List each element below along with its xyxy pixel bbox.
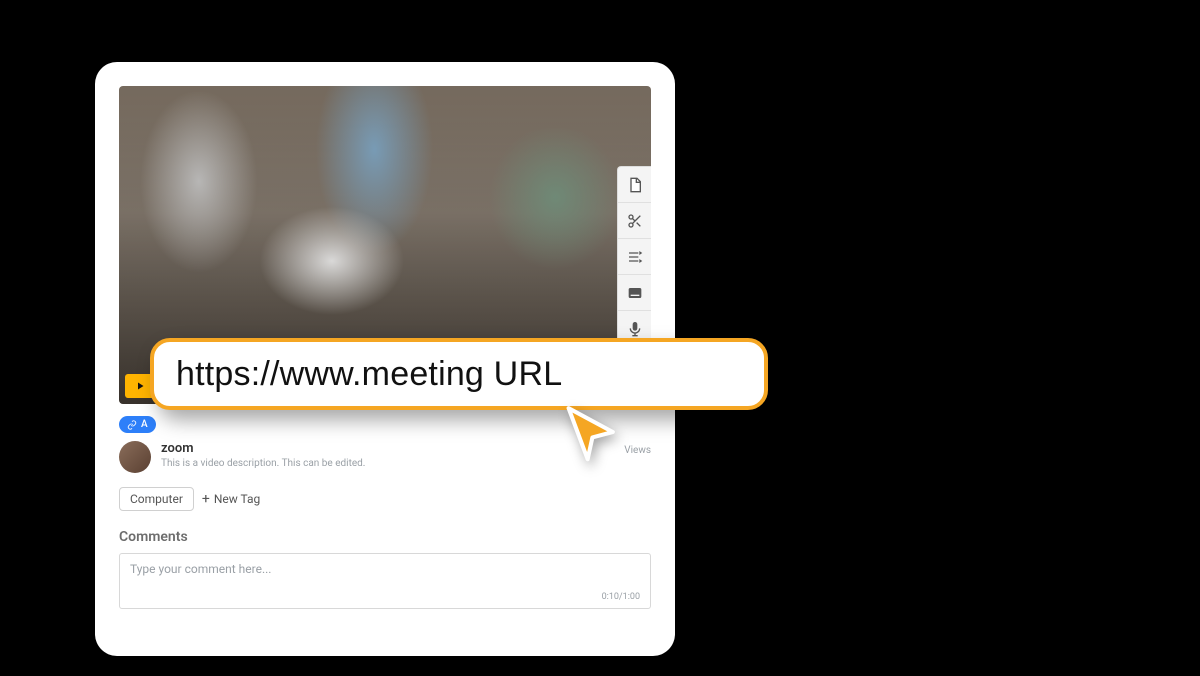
comment-input[interactable]: Type your comment here... 0:10/1:00 [119, 553, 651, 609]
document-icon[interactable] [618, 167, 651, 203]
video-title[interactable]: zoom [161, 441, 365, 456]
comment-placeholder: Type your comment here... [130, 562, 640, 576]
link-pill-button[interactable]: A [119, 416, 156, 433]
url-text: https://www.meeting URL [176, 355, 562, 394]
avatar[interactable] [119, 441, 151, 473]
video-side-toolbar [617, 166, 651, 348]
comment-timer: 0:10/1:00 [602, 592, 640, 602]
add-tag-button[interactable]: + New Tag [202, 492, 260, 506]
comments-heading: Comments [119, 529, 651, 545]
pill-label: A [141, 419, 148, 430]
tag-chip[interactable]: Computer [119, 487, 194, 511]
cursor-icon [555, 398, 623, 466]
caption-icon[interactable] [618, 275, 651, 311]
link-icon [127, 420, 137, 430]
views-label: Views [624, 445, 651, 456]
new-tag-label: New Tag [214, 492, 260, 506]
scissors-icon[interactable] [618, 203, 651, 239]
url-callout[interactable]: https://www.meeting URL [150, 338, 768, 410]
author-text: zoom This is a video description. This c… [161, 441, 365, 469]
settings-lines-icon[interactable] [618, 239, 651, 275]
video-description[interactable]: This is a video description. This can be… [161, 458, 365, 469]
plus-icon: + [202, 492, 210, 506]
tags-row: Computer + New Tag [119, 487, 651, 511]
